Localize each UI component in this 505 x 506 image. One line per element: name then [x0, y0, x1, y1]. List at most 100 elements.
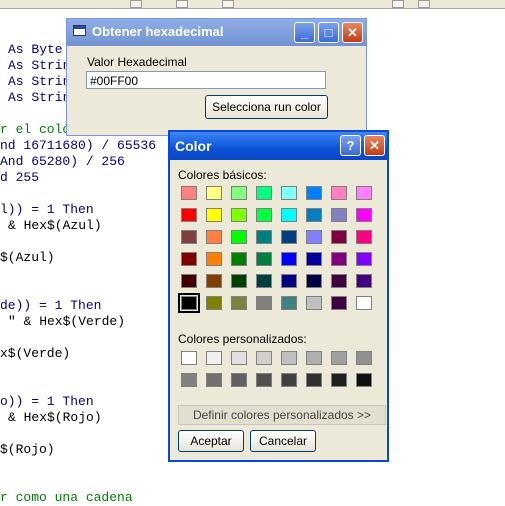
basic-color-swatch[interactable]: [181, 252, 197, 266]
custom-color-swatch[interactable]: [331, 351, 347, 365]
basic-color-swatch[interactable]: [231, 208, 247, 222]
basic-color-swatch[interactable]: [231, 230, 247, 244]
basic-color-swatch[interactable]: [306, 186, 322, 200]
custom-color-swatch[interactable]: [306, 351, 322, 365]
basic-color-swatch[interactable]: [306, 208, 322, 222]
toolbar-button[interactable]: [176, 0, 188, 8]
close-button[interactable]: ✕: [364, 135, 385, 156]
custom-color-swatch[interactable]: [181, 373, 197, 387]
basic-color-swatch[interactable]: [356, 296, 372, 310]
custom-color-swatch[interactable]: [231, 351, 247, 365]
help-button[interactable]: ?: [340, 135, 361, 156]
basic-color-swatch[interactable]: [281, 296, 297, 310]
custom-color-swatch[interactable]: [206, 373, 222, 387]
color-dialog-title: Color: [175, 138, 212, 154]
code-line: x$(Verde): [0, 346, 71, 361]
custom-color-swatch[interactable]: [356, 373, 372, 387]
basic-color-swatch[interactable]: [356, 274, 372, 288]
basic-color-swatch[interactable]: [206, 230, 222, 244]
basic-color-swatch[interactable]: [256, 274, 272, 288]
basic-color-swatch[interactable]: [331, 186, 347, 200]
custom-color-swatch[interactable]: [206, 351, 222, 365]
define-custom-colors-button[interactable]: Definir colores personalizados >>: [178, 405, 386, 425]
close-icon: ✕: [369, 138, 380, 153]
basic-color-swatch[interactable]: [181, 230, 197, 244]
basic-color-swatch[interactable]: [356, 208, 372, 222]
basic-color-swatch[interactable]: [306, 252, 322, 266]
hex-value-input[interactable]: #00FF00: [86, 71, 326, 89]
basic-color-swatch[interactable]: [206, 274, 222, 288]
basic-color-swatch[interactable]: [356, 230, 372, 244]
basic-color-swatch[interactable]: [178, 293, 200, 313]
minimize-icon: _: [300, 25, 309, 40]
basic-color-swatch[interactable]: [356, 252, 372, 266]
basic-color-swatch[interactable]: [281, 208, 297, 222]
cancel-button[interactable]: Cancelar: [250, 430, 316, 452]
code-line: $(Azul): [0, 250, 55, 265]
toolbar-button[interactable]: [130, 0, 142, 8]
basic-color-swatch[interactable]: [206, 208, 222, 222]
basic-color-swatch[interactable]: [256, 252, 272, 266]
basic-color-swatch[interactable]: [181, 208, 197, 222]
custom-color-swatch[interactable]: [181, 351, 197, 365]
custom-colors-label: Colores personalizados:: [178, 332, 307, 346]
accept-button[interactable]: Aceptar: [178, 430, 244, 452]
basic-color-swatch[interactable]: [256, 230, 272, 244]
code-line: o)) = 1 Then: [0, 394, 94, 409]
basic-color-swatch[interactable]: [256, 296, 272, 310]
custom-color-swatch[interactable]: [306, 373, 322, 387]
close-button[interactable]: ✕: [342, 22, 363, 43]
basic-color-swatch[interactable]: [281, 252, 297, 266]
minimize-button[interactable]: _: [294, 22, 315, 43]
basic-color-swatch[interactable]: [306, 296, 322, 310]
code-line: And 65280) / 256: [0, 154, 125, 169]
basic-color-swatch[interactable]: [356, 186, 372, 200]
color-dialog: Color ? ✕ Colores básicos: Colores perso…: [168, 130, 389, 462]
basic-color-swatch[interactable]: [306, 274, 322, 288]
color-dialog-titlebar[interactable]: Color ? ✕: [170, 132, 387, 160]
custom-color-swatch[interactable]: [231, 373, 247, 387]
window-icon: [73, 25, 86, 36]
basic-color-swatch[interactable]: [231, 186, 247, 200]
code-line: & Hex$(Rojo): [8, 410, 102, 425]
toolbar-button[interactable]: [222, 0, 234, 8]
basic-color-swatch[interactable]: [181, 274, 197, 288]
basic-color-swatch[interactable]: [206, 252, 222, 266]
maximize-button[interactable]: □: [318, 22, 339, 43]
basic-color-swatch[interactable]: [256, 186, 272, 200]
toolbar-button[interactable]: [392, 0, 404, 8]
basic-color-swatch[interactable]: [281, 186, 297, 200]
basic-color-swatch[interactable]: [231, 274, 247, 288]
close-icon: ✕: [347, 25, 358, 40]
basic-color-swatch[interactable]: [206, 296, 222, 310]
select-color-button[interactable]: Selecciona run color: [205, 95, 328, 119]
code-line: de)) = 1 Then: [0, 298, 102, 313]
basic-color-swatch[interactable]: [331, 208, 347, 222]
basic-color-swatch[interactable]: [306, 230, 322, 244]
hex-dialog: Obtener hexadecimal _ □ ✕ Valor Hexadeci…: [66, 18, 367, 136]
toolbar-button[interactable]: [418, 0, 430, 8]
basic-color-swatch[interactable]: [331, 252, 347, 266]
custom-color-swatch[interactable]: [356, 351, 372, 365]
custom-color-swatch[interactable]: [281, 373, 297, 387]
code-line: As Byte: [8, 42, 63, 57]
hex-dialog-titlebar[interactable]: Obtener hexadecimal _ □ ✕: [67, 19, 366, 46]
hex-value-label: Valor Hexadecimal: [87, 55, 187, 69]
custom-color-swatch[interactable]: [331, 373, 347, 387]
basic-color-swatch[interactable]: [331, 274, 347, 288]
custom-color-swatch[interactable]: [256, 373, 272, 387]
custom-color-swatch[interactable]: [256, 351, 272, 365]
basic-color-swatch[interactable]: [331, 296, 347, 310]
basic-color-swatch[interactable]: [231, 296, 247, 310]
code-line: As Strin: [8, 90, 71, 105]
basic-color-swatch[interactable]: [331, 230, 347, 244]
basic-color-swatch[interactable]: [256, 208, 272, 222]
basic-color-swatch[interactable]: [206, 186, 222, 200]
code-line: l)) = 1 Then: [0, 202, 94, 217]
basic-color-swatch[interactable]: [231, 252, 247, 266]
basic-color-swatch[interactable]: [281, 230, 297, 244]
basic-color-swatch[interactable]: [181, 186, 197, 200]
custom-color-swatch[interactable]: [281, 351, 297, 365]
basic-colors-label: Colores básicos:: [178, 168, 267, 182]
basic-color-swatch[interactable]: [281, 274, 297, 288]
